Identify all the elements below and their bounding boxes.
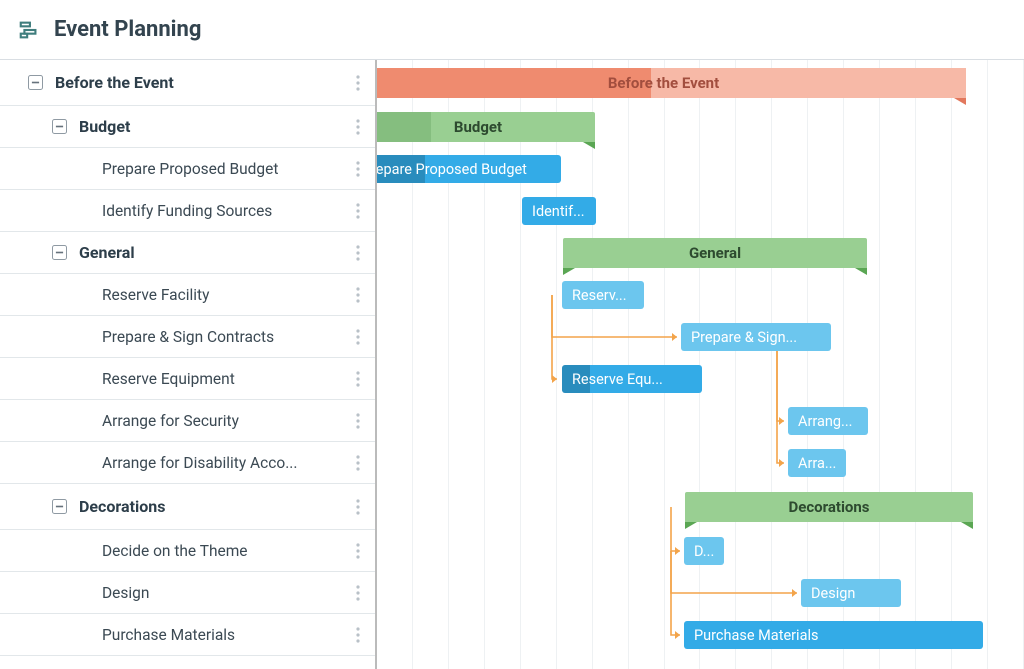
task-row-grp_budget[interactable]: Budget xyxy=(0,106,375,148)
task-row-grp_decorations[interactable]: Decorations xyxy=(0,484,375,530)
task-row-t_reserve_facility[interactable]: Reserve Facility xyxy=(0,274,375,316)
task-row-t_theme[interactable]: Decide on the Theme xyxy=(0,530,375,572)
task-bar-label: Design xyxy=(811,585,855,602)
gantt-icon xyxy=(18,19,40,41)
group-bar[interactable]: Budget xyxy=(377,112,595,142)
page-title: Event Planning xyxy=(54,17,201,42)
group-bar[interactable]: Decorations xyxy=(685,492,973,522)
task-bar-label: Arrang... xyxy=(798,413,853,430)
task-row-t_contracts[interactable]: Prepare & Sign Contracts xyxy=(0,316,375,358)
task-label: Prepare Proposed Budget xyxy=(102,160,349,178)
task-label: Budget xyxy=(79,117,349,136)
task-label: Purchase Materials xyxy=(102,626,349,644)
task-list-sidebar: Before the Event Budget Prepare Proposed B… xyxy=(0,60,377,669)
task-bar-label: repare Proposed Budget xyxy=(377,161,527,178)
task-label: Reserve Equipment xyxy=(102,370,349,388)
group-bar-label: Decorations xyxy=(788,498,869,516)
task-bar-label: Arra... xyxy=(798,455,836,472)
row-menu-icon[interactable] xyxy=(349,442,367,483)
task-label: General xyxy=(79,243,349,262)
task-bar[interactable]: Identif... xyxy=(522,197,596,225)
task-bar-label: D... xyxy=(694,543,714,560)
task-bar-label: Reserv... xyxy=(572,287,627,304)
task-row-t_security[interactable]: Arrange for Security xyxy=(0,400,375,442)
task-bar[interactable]: Reserve Equ... xyxy=(562,365,702,393)
main: Before the Event Budget Prepare Proposed B… xyxy=(0,60,1024,669)
task-bar[interactable]: Reserv... xyxy=(562,281,644,309)
phase-bar[interactable]: Before the Event xyxy=(377,68,966,98)
task-label: Design xyxy=(102,584,349,602)
row-menu-icon[interactable] xyxy=(349,60,367,105)
row-menu-icon[interactable] xyxy=(349,484,367,529)
row-menu-icon[interactable] xyxy=(349,316,367,357)
phase-bar-label: Before the Event xyxy=(608,74,719,92)
task-row-t_design[interactable]: Design xyxy=(0,572,375,614)
task-row-t_prepare_budget[interactable]: Prepare Proposed Budget xyxy=(0,148,375,190)
task-row-t_reserve_equipment[interactable]: Reserve Equipment xyxy=(0,358,375,400)
task-label: Decide on the Theme xyxy=(102,542,349,560)
row-menu-icon[interactable] xyxy=(349,274,367,315)
task-label: Arrange for Disability Acco... xyxy=(102,454,349,472)
task-label: Before the Event xyxy=(55,73,349,92)
task-label: Identify Funding Sources xyxy=(102,202,349,220)
header: Event Planning xyxy=(0,0,1024,60)
bars-layer: Before the Event Budget repare Proposed Bu… xyxy=(377,60,1024,669)
row-menu-icon[interactable] xyxy=(349,106,367,147)
group-bar[interactable]: General xyxy=(563,238,867,268)
task-bar[interactable]: Prepare & Sign... xyxy=(681,323,831,351)
task-bar[interactable]: Arra... xyxy=(788,449,846,477)
row-menu-icon[interactable] xyxy=(349,148,367,189)
gantt-chart[interactable]: Before the Event Budget repare Proposed Bu… xyxy=(377,60,1024,669)
task-label: Decorations xyxy=(79,497,349,516)
collapse-toggle[interactable] xyxy=(28,75,43,90)
task-label: Arrange for Security xyxy=(102,412,349,430)
task-row-phase0[interactable]: Before the Event xyxy=(0,60,375,106)
task-bar[interactable]: D... xyxy=(684,537,724,565)
task-label: Reserve Facility xyxy=(102,286,349,304)
task-bar-label: Identif... xyxy=(532,203,585,220)
row-menu-icon[interactable] xyxy=(349,190,367,231)
task-label: Prepare & Sign Contracts xyxy=(102,328,349,346)
task-bar[interactable]: Arrang... xyxy=(788,407,868,435)
task-row-t_purchase[interactable]: Purchase Materials xyxy=(0,614,375,656)
group-bar-label: Budget xyxy=(454,118,502,136)
task-row-t_accessibility[interactable]: Arrange for Disability Acco... xyxy=(0,442,375,484)
row-menu-icon[interactable] xyxy=(349,400,367,441)
row-menu-icon[interactable] xyxy=(349,358,367,399)
task-bar[interactable]: Design xyxy=(801,579,901,607)
group-bar-label: General xyxy=(689,244,741,262)
task-row-grp_general[interactable]: General xyxy=(0,232,375,274)
collapse-toggle[interactable] xyxy=(52,245,67,260)
task-bar-label: Reserve Equ... xyxy=(572,371,663,388)
row-menu-icon[interactable] xyxy=(349,530,367,571)
collapse-toggle[interactable] xyxy=(52,499,67,514)
task-row-t_identify_funding[interactable]: Identify Funding Sources xyxy=(0,190,375,232)
collapse-toggle[interactable] xyxy=(52,119,67,134)
task-bar-label: Purchase Materials xyxy=(694,627,818,644)
task-bar[interactable]: Purchase Materials xyxy=(684,621,983,649)
task-bar[interactable]: repare Proposed Budget xyxy=(377,155,561,183)
row-menu-icon[interactable] xyxy=(349,614,367,655)
row-menu-icon[interactable] xyxy=(349,572,367,613)
app-root: Event Planning Before the Event Budget Pre… xyxy=(0,0,1024,669)
row-menu-icon[interactable] xyxy=(349,232,367,273)
task-bar-label: Prepare & Sign... xyxy=(691,329,797,346)
